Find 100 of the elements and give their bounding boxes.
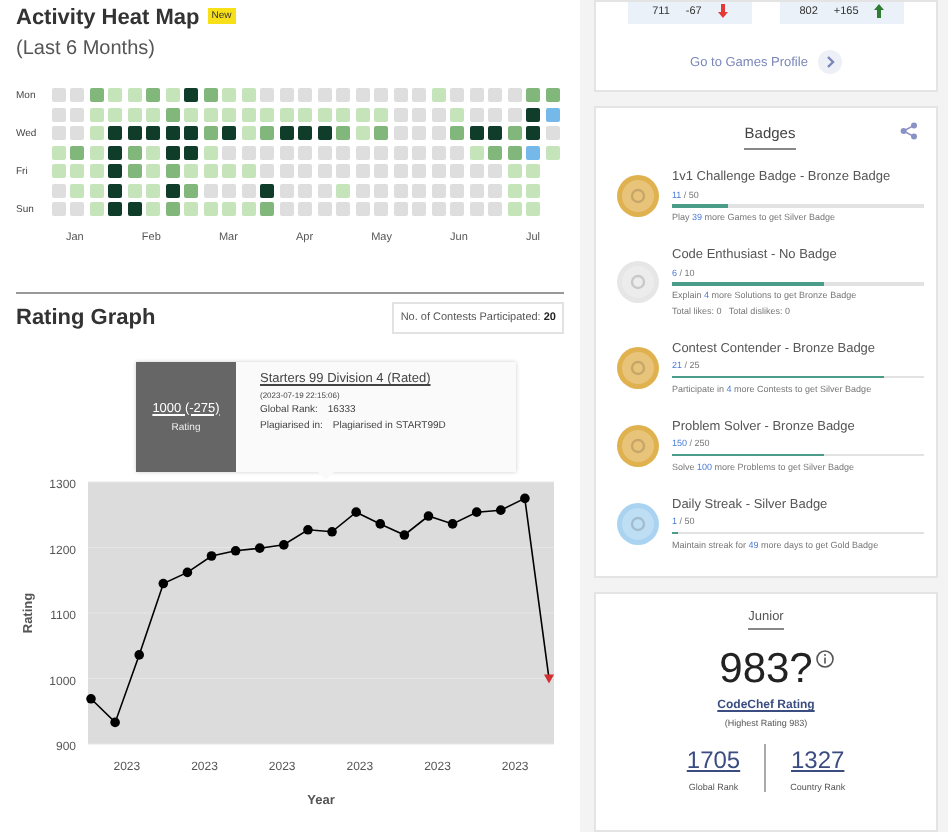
heatmap-cell[interactable] — [526, 126, 540, 140]
heatmap-cell[interactable] — [260, 183, 274, 197]
heatmap-cell[interactable] — [279, 145, 293, 159]
heatmap-cell[interactable] — [203, 164, 217, 178]
heatmap-cell[interactable] — [260, 164, 274, 178]
heatmap-cell[interactable] — [450, 164, 464, 178]
heatmap-cell[interactable] — [203, 107, 217, 121]
heatmap-cell[interactable] — [279, 183, 293, 197]
heatmap-cell[interactable] — [108, 145, 122, 159]
data-point[interactable] — [327, 527, 337, 537]
heatmap-cell[interactable] — [298, 183, 312, 197]
heatmap-cell[interactable] — [260, 88, 274, 102]
heatmap-cell[interactable] — [279, 88, 293, 102]
heatmap-cell[interactable] — [488, 126, 502, 140]
heatmap-cell[interactable] — [260, 126, 274, 140]
heatmap-cell[interactable] — [412, 183, 426, 197]
heatmap-cell[interactable] — [355, 88, 369, 102]
heatmap-cell[interactable] — [317, 183, 331, 197]
heatmap-cell[interactable] — [317, 164, 331, 178]
heatmap-cell[interactable] — [507, 183, 521, 197]
heatmap-cell[interactable] — [431, 107, 445, 121]
heatmap-cell[interactable] — [203, 145, 217, 159]
share-icon[interactable] — [900, 122, 918, 140]
data-point[interactable] — [279, 540, 289, 550]
heatmap-cell[interactable] — [431, 183, 445, 197]
heatmap-cell[interactable] — [317, 88, 331, 102]
heatmap-cell[interactable] — [431, 126, 445, 140]
heatmap-cell[interactable] — [70, 145, 84, 159]
heatmap-cell[interactable] — [298, 164, 312, 178]
data-point[interactable] — [134, 650, 144, 660]
heatmap-cell[interactable] — [450, 126, 464, 140]
heatmap-cell[interactable] — [317, 202, 331, 216]
data-point[interactable] — [206, 551, 217, 561]
heatmap-cell[interactable] — [127, 164, 141, 178]
heatmap-cell[interactable] — [355, 164, 369, 178]
heatmap-cell[interactable] — [184, 126, 198, 140]
data-point[interactable] — [86, 694, 96, 704]
heatmap-cell[interactable] — [127, 107, 141, 121]
heatmap-cell[interactable] — [298, 145, 312, 159]
heatmap-cell[interactable] — [184, 88, 198, 102]
data-point[interactable] — [230, 546, 241, 556]
heatmap-cell[interactable] — [108, 88, 122, 102]
heatmap-cell[interactable] — [165, 164, 179, 178]
heatmap-cell[interactable] — [393, 183, 407, 197]
heatmap-cell[interactable] — [374, 107, 388, 121]
heatmap-cell[interactable] — [70, 126, 84, 140]
data-point[interactable] — [254, 543, 265, 553]
heatmap-cell[interactable] — [108, 202, 122, 216]
heatmap-cell[interactable] — [222, 126, 236, 140]
rank-link[interactable]: 1327 — [791, 745, 845, 773]
heatmap-cell[interactable] — [393, 202, 407, 216]
heatmap-cell[interactable] — [526, 164, 540, 178]
heatmap-cell[interactable] — [298, 126, 312, 140]
heatmap-cell[interactable] — [317, 126, 331, 140]
chevron-right-icon[interactable] — [817, 50, 842, 74]
heatmap-cell[interactable] — [51, 145, 65, 159]
heatmap-cell[interactable] — [203, 126, 217, 140]
data-point[interactable] — [447, 519, 458, 529]
heatmap-cell[interactable] — [469, 126, 483, 140]
heatmap-cell[interactable] — [241, 183, 255, 197]
heatmap-cell[interactable] — [488, 202, 502, 216]
heatmap-cell[interactable] — [146, 126, 160, 140]
heatmap-cell[interactable] — [279, 107, 293, 121]
heatmap-cell[interactable] — [355, 126, 369, 140]
heatmap-cell[interactable] — [184, 164, 198, 178]
heatmap-cell[interactable] — [374, 88, 388, 102]
heatmap-cell[interactable] — [412, 126, 426, 140]
heatmap-cell[interactable] — [488, 107, 502, 121]
heatmap-cell[interactable] — [488, 88, 502, 102]
heatmap-cell[interactable] — [89, 145, 103, 159]
heatmap-cell[interactable] — [412, 202, 426, 216]
heatmap-cell[interactable] — [393, 126, 407, 140]
heatmap-cell[interactable] — [336, 88, 350, 102]
heatmap-cell[interactable] — [450, 202, 464, 216]
heatmap-cell[interactable] — [450, 183, 464, 197]
heatmap-cell[interactable] — [469, 183, 483, 197]
heatmap-cell[interactable] — [431, 88, 445, 102]
heatmap-cell[interactable] — [507, 88, 521, 102]
heatmap-cell[interactable] — [146, 183, 160, 197]
heatmap-cell[interactable] — [165, 145, 179, 159]
heatmap-cell[interactable] — [393, 164, 407, 178]
heatmap-cell[interactable] — [165, 88, 179, 102]
heatmap-cell[interactable] — [431, 202, 445, 216]
heatmap-cell[interactable] — [412, 145, 426, 159]
heatmap-cell[interactable] — [146, 164, 160, 178]
heatmap-cell[interactable] — [488, 183, 502, 197]
heatmap-cell[interactable] — [241, 107, 255, 121]
heatmap-cell[interactable] — [526, 107, 540, 121]
heatmap-cell[interactable] — [412, 107, 426, 121]
heatmap-cell[interactable] — [298, 107, 312, 121]
heatmap-cell[interactable] — [545, 126, 559, 140]
heatmap-cell[interactable] — [51, 202, 65, 216]
heatmap-cell[interactable] — [545, 88, 559, 102]
heatmap-cell[interactable] — [70, 164, 84, 178]
heatmap-cell[interactable] — [488, 164, 502, 178]
data-point[interactable] — [110, 717, 120, 728]
data-point[interactable] — [375, 519, 386, 529]
data-point[interactable] — [303, 525, 313, 535]
heatmap-cell[interactable] — [203, 202, 217, 216]
heatmap-cell[interactable] — [469, 107, 483, 121]
